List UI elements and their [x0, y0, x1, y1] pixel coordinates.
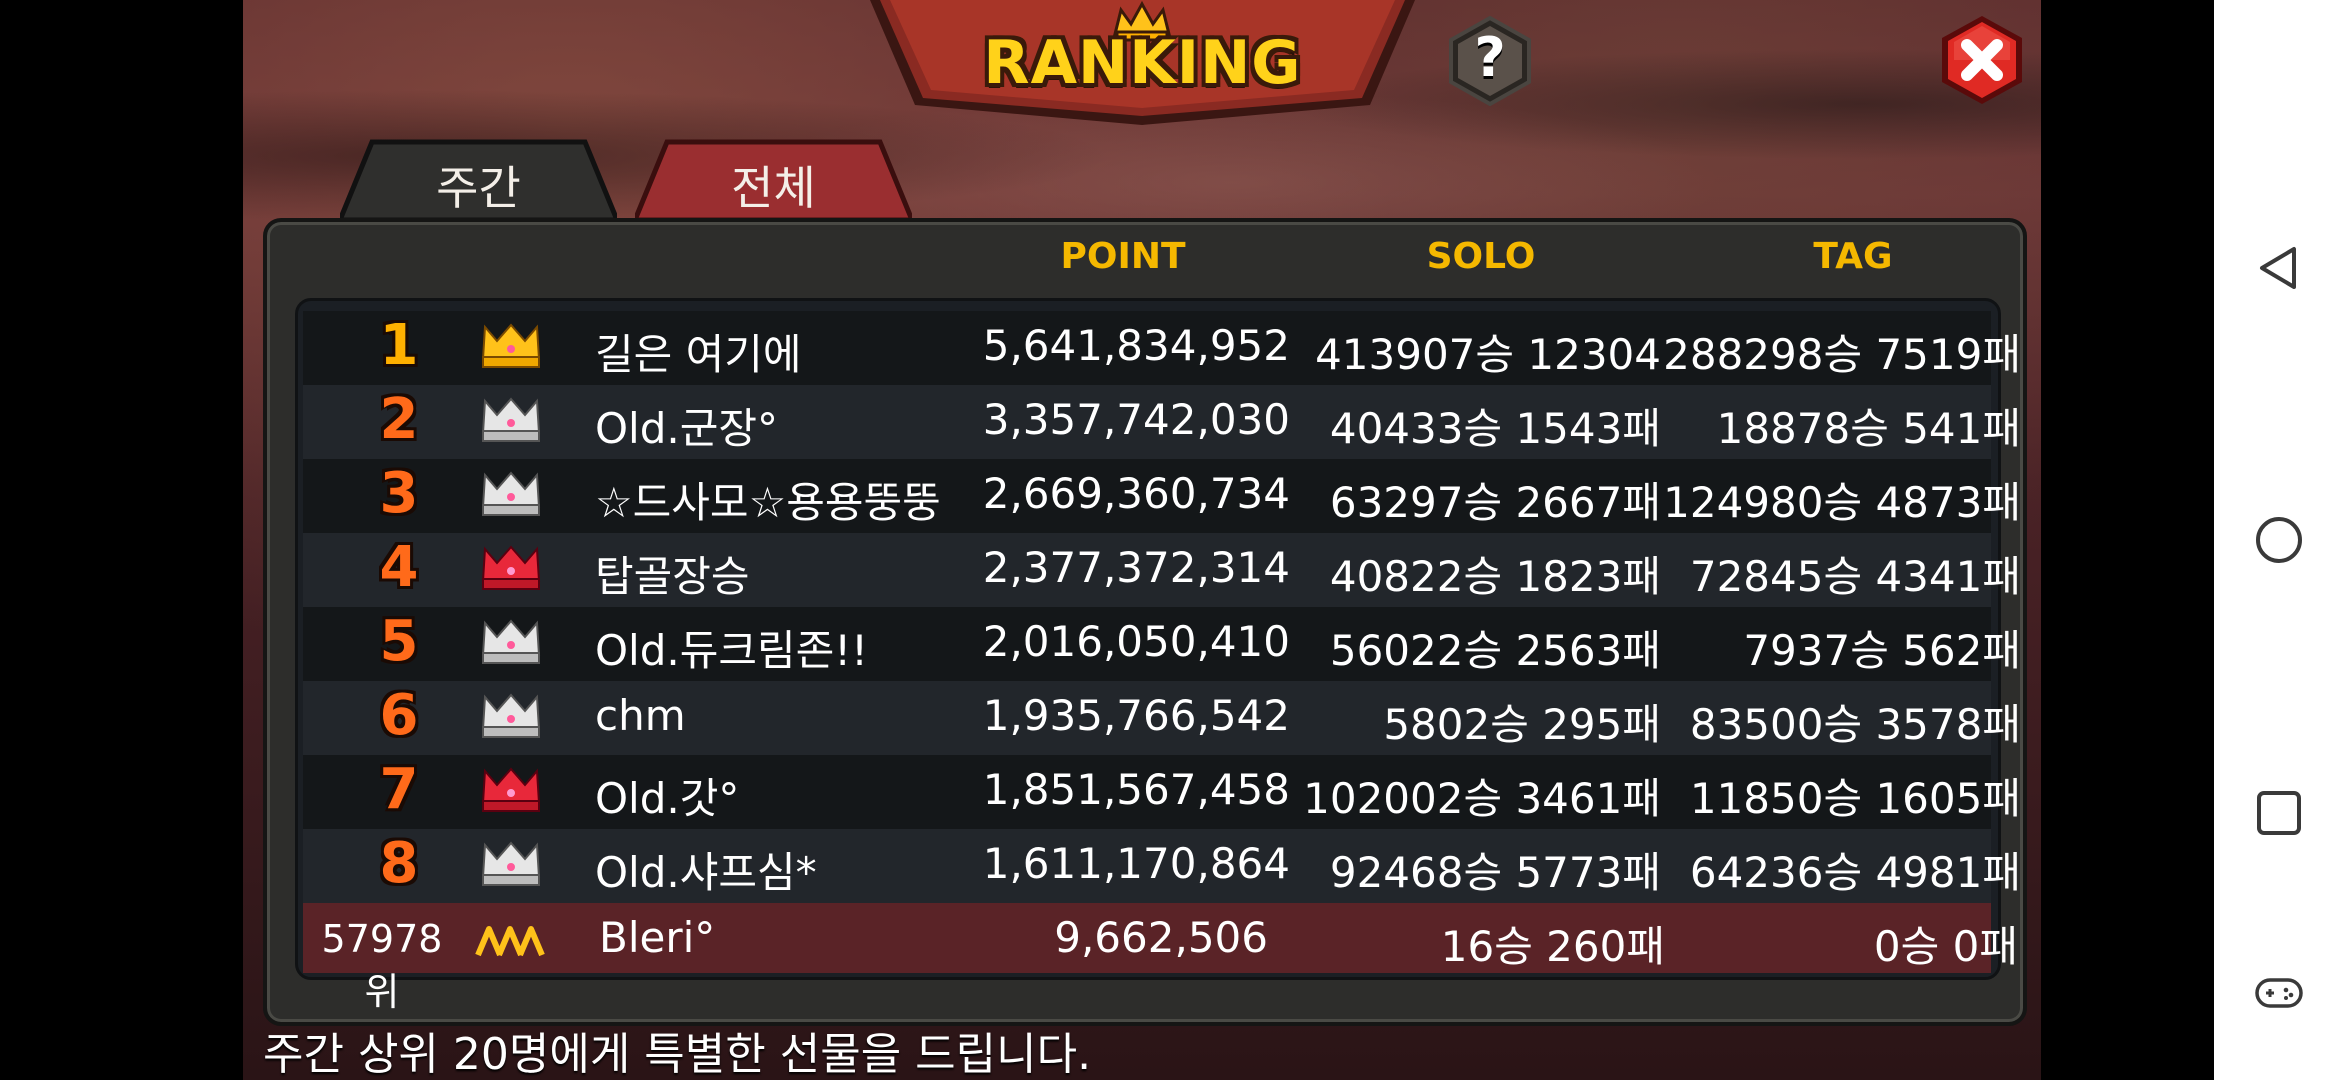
player-solo: 92468승 5773패	[1329, 848, 1661, 897]
player-solo: 63297승 2667패	[1329, 478, 1661, 527]
player-tag: 18878승 541패	[1716, 404, 2021, 453]
column-header-tag: TAG	[1813, 236, 1893, 277]
player-tag: 288298승 7519패	[1663, 330, 2021, 379]
red-crown-icon	[481, 767, 541, 812]
ranking-row[interactable]: 1 길은 여기에 5,641,834,952 413907승 12304패 28…	[303, 311, 2021, 440]
ranking-row[interactable]: 7 Old.갓° 1,851,567,458 102002승 3461패 118…	[303, 755, 2021, 829]
player-name: chm	[595, 691, 686, 740]
my-rank: 57978위	[321, 917, 443, 1014]
rank-number: 4	[379, 535, 419, 600]
tab-overall[interactable]: 전체	[631, 136, 916, 223]
player-point: 3,357,742,030	[982, 395, 1290, 444]
tab-overall-label: 전체	[731, 161, 816, 215]
title-banner: RANKING	[870, 0, 1415, 128]
help-button[interactable]: ?	[1445, 15, 1535, 107]
rank-number: 8	[379, 831, 419, 896]
ranking-title: RANKING	[983, 28, 1302, 98]
player-tag: 124980승 4873패	[1663, 478, 2021, 527]
ranking-row[interactable]: 3 ☆드사모☆용용뚱뚱 2,669,360,734 63297승 2667패 1…	[303, 459, 2021, 533]
player-solo: 40433승 1543패	[1329, 404, 1661, 453]
player-point: 5,641,834,952	[982, 321, 1290, 370]
ranking-row[interactable]: 8 Old.샤프심* 1,611,170,864 92468승 5773패 64…	[303, 829, 2021, 903]
ranking-row[interactable]: 4 탑골장승 2,377,372,314 40822승 1823패 72845승…	[303, 533, 2021, 607]
player-point: 1,935,766,542	[982, 691, 1290, 740]
system-navigation-bar	[2214, 0, 2340, 1080]
player-name: Old.군장°	[595, 404, 779, 453]
help-label: ?	[1474, 26, 1506, 89]
column-header-point: POINT	[1060, 236, 1186, 277]
close-icon	[1942, 16, 2022, 104]
silver-crown-icon	[481, 619, 541, 664]
column-header-solo: SOLO	[1426, 236, 1536, 277]
player-solo: 56022승 2563패	[1329, 626, 1661, 675]
rank-number: 6	[379, 683, 419, 748]
reward-notice: 주간 상위 20명에게 특별한 선물을 드립니다.	[263, 1029, 1092, 1080]
my-ranking-row[interactable]: 57978위 Bleri° 9,662,506 16승 260패 0승 0패	[303, 903, 2018, 1014]
back-icon[interactable]	[2254, 243, 2304, 293]
player-tag: 11850승 1605패	[1689, 774, 2021, 823]
recents-icon[interactable]	[2254, 788, 2304, 838]
player-point: 1,851,567,458	[982, 765, 1290, 814]
tab-weekly[interactable]: 주간	[336, 136, 621, 223]
ranking-row[interactable]: 6 chm 1,935,766,542 5802승 295패 83500승 35…	[303, 681, 2021, 755]
rank-number: 3	[379, 461, 419, 526]
player-name: Old.샤프심*	[595, 848, 817, 897]
player-name: Old.갓°	[595, 774, 740, 823]
close-button[interactable]	[1936, 14, 2028, 106]
player-solo: 102002승 3461패	[1303, 774, 1661, 823]
player-point: 2,377,372,314	[982, 543, 1290, 592]
player-name: 길은 여기에	[595, 330, 802, 379]
player-name: Old.듀크림존!!	[595, 626, 868, 675]
silver-crown-icon	[481, 471, 541, 516]
silver-crown-icon	[481, 841, 541, 886]
rank-number: 5	[379, 609, 419, 674]
player-name: 탑골장승	[595, 552, 750, 601]
ranking-row[interactable]: 5 Old.듀크림존!! 2,016,050,410 56022승 2563패 …	[303, 607, 2021, 681]
silver-crown-icon	[481, 693, 541, 738]
silver-crown-icon	[481, 397, 541, 442]
player-tag: 64236승 4981패	[1689, 848, 2021, 897]
player-point: 1,611,170,864	[982, 839, 1290, 888]
gold-rank-badge-icon	[475, 926, 545, 957]
game-controller-icon[interactable]	[2254, 968, 2304, 1018]
gold-crown-icon	[481, 323, 541, 368]
my-name: Bleri°	[599, 913, 716, 962]
ranking-row[interactable]: 2 Old.군장° 3,357,742,030 40433승 1543패 188…	[303, 385, 2021, 459]
player-solo: 40822승 1823패	[1329, 552, 1661, 601]
rank-number: 1	[379, 313, 419, 378]
home-icon[interactable]	[2254, 515, 2304, 565]
tab-weekly-label: 주간	[436, 161, 521, 215]
my-tag: 0승 0패	[1873, 922, 2018, 971]
player-point: 2,016,050,410	[982, 617, 1290, 666]
rank-number: 7	[379, 757, 419, 822]
my-solo: 16승 260패	[1440, 922, 1665, 971]
player-point: 2,669,360,734	[982, 469, 1290, 518]
player-tag: 83500승 3578패	[1689, 700, 2021, 749]
player-tag: 72845승 4341패	[1689, 552, 2021, 601]
game-screen: RANKING ? 주간 전체 POINT SOLO TAG 1 길은 여기에 …	[243, 0, 2041, 1080]
red-crown-icon	[481, 545, 541, 590]
my-point: 9,662,506	[1054, 913, 1268, 962]
rank-number: 2	[379, 387, 419, 452]
player-tag: 7937승 562패	[1743, 626, 2021, 675]
player-solo: 5802승 295패	[1383, 700, 1661, 749]
